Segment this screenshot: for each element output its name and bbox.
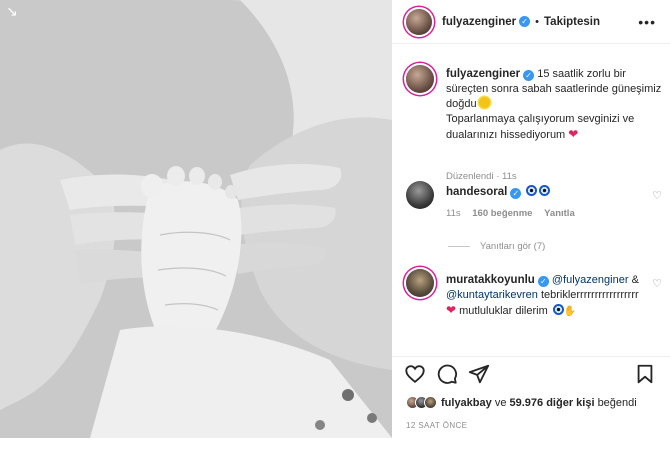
nazar-emoji-icon bbox=[539, 185, 551, 196]
nazar-emoji-icon bbox=[552, 304, 564, 315]
baby-feet-photo bbox=[0, 0, 392, 438]
comment-like-heart-icon[interactable]: ♡ bbox=[652, 277, 662, 290]
heart-icon[interactable] bbox=[404, 363, 426, 385]
sun-emoji-icon bbox=[478, 97, 490, 108]
verified-icon: ✓ bbox=[510, 188, 522, 199]
comment-likes[interactable]: 160 beğenme bbox=[472, 208, 532, 219]
meta-dot: · bbox=[496, 171, 500, 182]
likes-count-link[interactable]: 59.976 diğer kişi bbox=[510, 397, 595, 409]
mention-link[interactable]: @fulyazenginer bbox=[552, 274, 629, 286]
verified-icon: ✓ bbox=[523, 70, 535, 81]
post-photo[interactable]: ↘ bbox=[0, 0, 392, 438]
post-header: fulyazenginer ✓ • Takiptesin ••• bbox=[392, 0, 670, 44]
commenter-avatar[interactable] bbox=[406, 269, 434, 297]
clap-emoji-icon: ✋ bbox=[563, 306, 577, 317]
post-timestamp: 12 SAAT ÖNCE bbox=[406, 421, 468, 430]
ampersand: & bbox=[631, 274, 639, 286]
mention-link[interactable]: @kuntaytarikevren bbox=[446, 289, 538, 301]
separator-dot: • bbox=[535, 15, 539, 28]
caption-avatar[interactable] bbox=[406, 65, 434, 93]
comment-text-2: mutluluklar dilerim bbox=[459, 305, 548, 317]
caption-meta: Düzenlendi · 11s bbox=[446, 171, 517, 182]
photo-menu-icon[interactable]: ↘ bbox=[6, 4, 20, 18]
likes-connector: ve bbox=[494, 396, 507, 409]
caption-username[interactable]: fulyazenginer bbox=[446, 68, 520, 80]
author-avatar[interactable] bbox=[406, 8, 432, 35]
liker-avatar[interactable] bbox=[424, 396, 437, 409]
likes-text: fulyakbay ve 59.976 diğer kişi beğendi bbox=[441, 397, 637, 409]
follow-status-button[interactable]: Takiptesin bbox=[544, 16, 600, 28]
edited-label: Düzenlendi bbox=[446, 171, 494, 182]
caption-line-2: Toparlanmaya çalışıyorum sevginizi ve du… bbox=[446, 113, 635, 141]
comment-body: muratakkoyunlu ✓ @fulyazenginer & @kuntay… bbox=[446, 273, 651, 319]
commenter-username[interactable]: handesoral bbox=[446, 186, 507, 198]
more-options-icon[interactable]: ••• bbox=[638, 14, 656, 30]
replies-divider bbox=[448, 246, 470, 247]
action-bar bbox=[392, 356, 670, 390]
post-side-panel: fulyazenginer ✓ • Takiptesin ••• fulyaze… bbox=[392, 0, 670, 438]
first-liker-username[interactable]: fulyakbay bbox=[441, 397, 492, 409]
caption-text: fulyazenginer ✓ 15 saatlik zorlu bir süre… bbox=[446, 67, 666, 143]
author-username[interactable]: fulyazenginer bbox=[442, 16, 516, 28]
commenter-avatar[interactable] bbox=[406, 181, 434, 209]
comment-time: 11s bbox=[446, 208, 461, 219]
red-heart-emoji-icon: ❤ bbox=[446, 303, 457, 317]
nazar-emoji-icon bbox=[526, 185, 538, 196]
reply-button[interactable]: Yanıtla bbox=[544, 208, 575, 219]
view-replies-button[interactable]: Yanıtları gör (7) bbox=[448, 241, 545, 252]
verified-icon: ✓ bbox=[537, 276, 549, 287]
comment-icon[interactable] bbox=[436, 363, 458, 385]
comment-body: handesoral ✓ 11s 160 beğenme Yanıtla bbox=[446, 185, 646, 221]
comment-meta: 11s 160 beğenme Yanıtla bbox=[446, 206, 646, 221]
caption-time: 11s bbox=[502, 171, 517, 182]
comments-area[interactable]: fulyazenginer ✓ 15 saatlik zorlu bir süre… bbox=[392, 45, 670, 345]
comment-text-1: tebriklerrrrrrrrrrrrrrrrr bbox=[540, 289, 639, 301]
likes-summary: fulyakbay ve 59.976 diğer kişi beğendi bbox=[406, 396, 637, 409]
bookmark-icon[interactable] bbox=[634, 363, 656, 385]
send-icon[interactable] bbox=[468, 363, 490, 385]
view-replies-label: Yanıtları gör (7) bbox=[480, 241, 546, 252]
commenter-username[interactable]: muratakkoyunlu bbox=[446, 274, 535, 286]
comment-like-heart-icon[interactable]: ♡ bbox=[652, 189, 662, 202]
verified-icon: ✓ bbox=[519, 16, 531, 27]
likes-suffix: beğendi bbox=[597, 396, 637, 409]
red-heart-emoji-icon: ❤ bbox=[568, 127, 579, 141]
